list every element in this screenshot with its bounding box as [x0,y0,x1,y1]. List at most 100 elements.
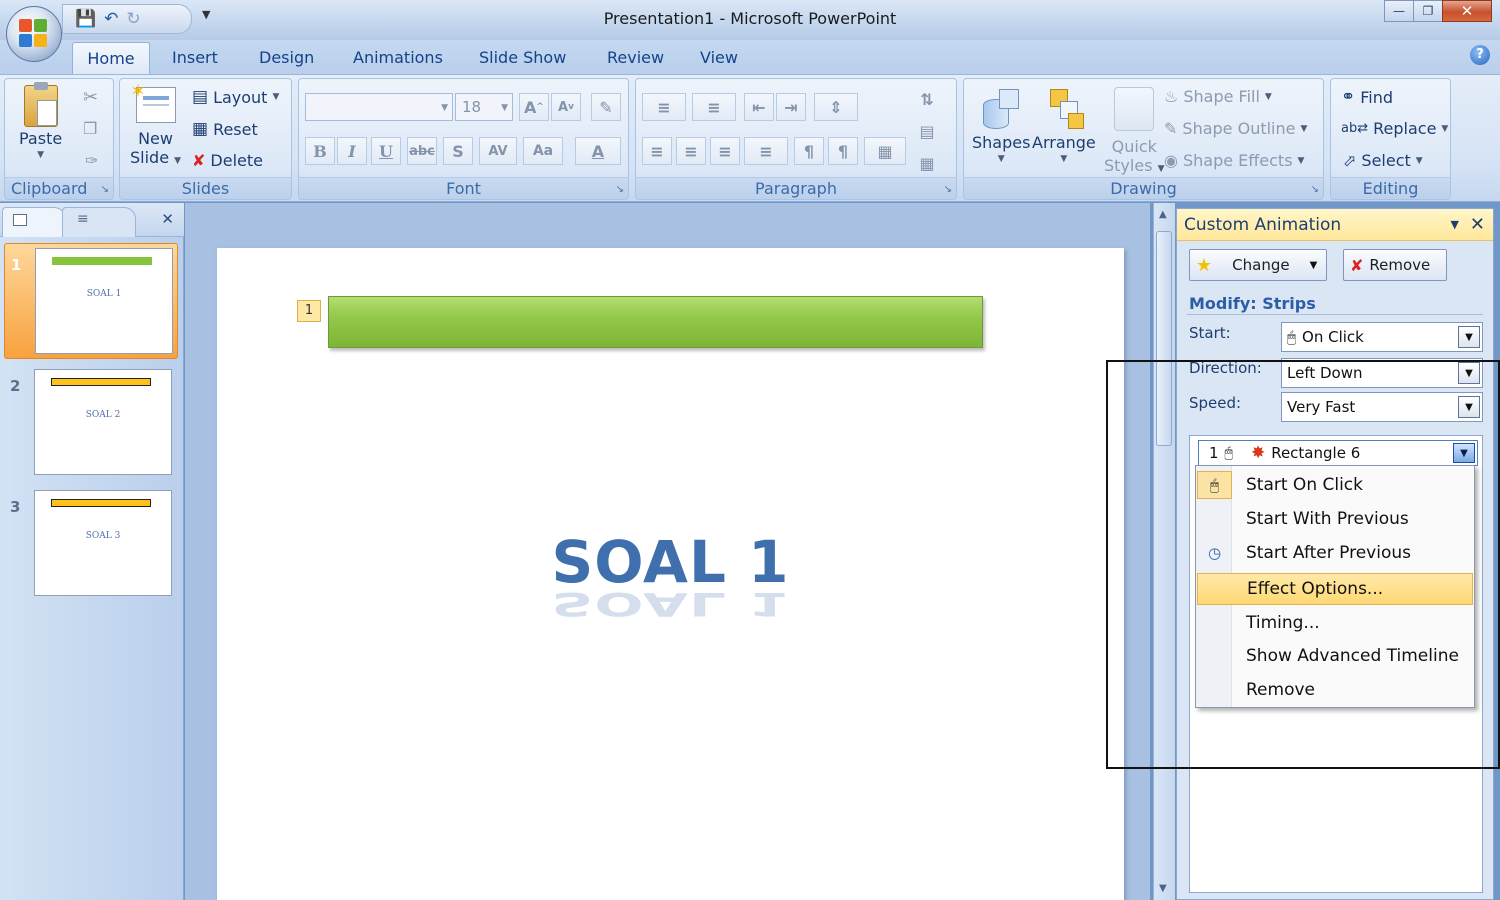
shadow-icon[interactable]: S [443,137,473,165]
paint-bucket-icon: ♨ [1164,87,1179,106]
paragraph-launcher-icon[interactable]: ↘ [944,184,952,195]
shape-fill-button[interactable]: ♨ Shape Fill ▼ [1164,87,1272,106]
tab-animations[interactable]: Animations [353,48,443,67]
font-size-combo[interactable]: 18 ▼ [455,93,513,121]
replace-button[interactable]: ab⇄ Replace ▼ [1341,119,1448,138]
slide-thumbnail-3[interactable]: 3 SOAL 3 [4,486,178,602]
align-left-icon[interactable]: ≡ [642,137,672,165]
delete-slide-button[interactable]: ✘ Delete [192,151,263,170]
underline-icon[interactable]: U [371,137,401,165]
clipboard-launcher-icon[interactable]: ↘ [101,184,109,195]
find-button[interactable]: ⚭ Find [1341,87,1393,107]
tab-insert[interactable]: Insert [172,48,218,67]
menu-item-timing[interactable]: Timing... [1197,607,1473,639]
tab-design[interactable]: Design [259,48,314,67]
reset-button[interactable]: ▦ Reset [192,119,258,139]
font-group: ▼ 18 ▼ A ^ Av ✎ B I U abc S AV Aa A Font … [298,78,629,200]
close-panel-icon[interactable]: ✕ [161,210,174,228]
tab-slide-show[interactable]: Slide Show [479,48,566,67]
text-direction-icon[interactable]: ⇅ [912,85,942,113]
layout-button[interactable]: ▤ Layout ▼ [192,87,279,107]
tab-outline[interactable]: ≡ [62,207,136,237]
align-center-icon[interactable]: ≡ [676,137,706,165]
increase-indent-icon[interactable]: ⇥ [776,93,806,121]
drawing-group: Shapes ▼ Arrange ▼ Quick Styles ▼ ♨ Shap… [963,78,1324,200]
menu-item-start-after-previous[interactable]: ◷ Start After Previous [1197,537,1473,569]
quick-styles-button[interactable]: Quick Styles ▼ [1104,87,1165,179]
decrease-indent-icon[interactable]: ⇤ [744,93,774,121]
item-dropdown-icon[interactable]: ▼ [1453,443,1475,463]
quick-styles-label-2: Styles [1104,156,1153,175]
clipboard-group-label: Clipboard [5,177,113,199]
columns-icon[interactable]: ▦ [864,137,906,165]
pane-options-icon[interactable]: ▼ [1451,218,1459,231]
thumbnail-title: SOAL 3 [85,531,121,541]
close-button[interactable]: ✕ [1442,0,1492,22]
shrink-font-icon[interactable]: Av [551,93,581,121]
select-button[interactable]: ⬀ Select ▼ [1343,151,1423,170]
help-icon[interactable]: ? [1470,45,1490,65]
scroll-down-icon[interactable]: ▼ [1159,883,1167,894]
speed-dropdown-icon[interactable]: ▼ [1458,396,1480,418]
smartart-icon[interactable]: ▦ [912,149,942,177]
char-spacing-icon[interactable]: AV [479,137,517,165]
vertical-scrollbar[interactable]: ▲ ▼ [1153,203,1175,900]
font-color-icon[interactable]: A [575,137,621,165]
menu-item-effect-options[interactable]: Effect Options... [1197,573,1473,605]
minimize-button[interactable]: — [1384,0,1414,22]
menu-item-show-advanced-timeline[interactable]: Show Advanced Timeline [1197,640,1473,672]
bullets-icon[interactable]: ≡ [642,93,686,121]
start-dropdown-icon[interactable]: ▼ [1458,326,1480,348]
shapes-button[interactable]: Shapes ▼ [972,87,1030,164]
italic-icon[interactable]: I [337,137,367,165]
font-launcher-icon[interactable]: ↘ [616,184,624,195]
start-select[interactable]: 🖱 On Click ▼ [1281,322,1483,352]
change-case-icon[interactable]: Aa [523,137,563,165]
arrange-button[interactable]: Arrange ▼ [1032,87,1096,164]
scroll-thumb[interactable] [1156,231,1172,446]
new-slide-button[interactable]: ✶ New Slide ▼ [130,82,181,171]
bold-icon[interactable]: B [305,137,335,165]
slide-thumbnail-2[interactable]: 2 SOAL 2 [4,365,178,481]
speed-select[interactable]: Very Fast ▼ [1281,392,1483,422]
align-right-icon[interactable]: ≡ [710,137,740,165]
paste-button[interactable]: Paste ▼ [19,82,62,160]
drawing-launcher-icon[interactable]: ↘ [1311,184,1319,195]
shape-outline-button[interactable]: ✎ Shape Outline ▼ [1164,119,1307,138]
cut-icon[interactable]: ✂ [83,87,98,108]
direction-dropdown-icon[interactable]: ▼ [1458,362,1480,384]
tab-view[interactable]: View [700,48,738,67]
tab-home[interactable]: Home [72,42,150,75]
office-button[interactable] [6,6,62,62]
clear-formatting-icon[interactable]: ✎ [591,93,621,121]
rtl-icon[interactable]: ¶ [828,137,858,165]
menu-item-start-with-previous[interactable]: Start With Previous [1197,503,1473,535]
font-name-combo[interactable]: ▼ [305,93,453,121]
slide-canvas[interactable]: 1 SOAL 1 SOAL 1 [217,248,1124,900]
ltr-icon[interactable]: ¶ [794,137,824,165]
change-button[interactable]: ★ Change ▼ [1189,249,1327,281]
format-painter-icon[interactable]: ✑ [85,151,98,170]
direction-select[interactable]: Left Down ▼ [1281,358,1483,388]
animation-order-tag[interactable]: 1 [297,300,321,322]
align-text-icon[interactable]: ▤ [912,117,942,145]
animation-list-item[interactable]: 1 🖱 ✸ Rectangle 6 ▼ [1198,440,1478,466]
copy-icon[interactable]: ❐ [83,119,97,138]
menu-item-start-on-click[interactable]: 🖱 Start On Click [1197,469,1473,501]
slide-thumbnail-1[interactable]: 1 SOAL 1 [4,243,178,359]
shape-effects-button[interactable]: ◉ Shape Effects ▼ [1164,151,1304,170]
rectangle-6-shape[interactable] [328,296,983,348]
restore-button[interactable]: ❐ [1413,0,1443,22]
strikethrough-icon[interactable]: abc [407,137,437,165]
numbering-icon[interactable]: ≡ [692,93,736,121]
remove-effect-button[interactable]: ✘ Remove [1343,249,1447,281]
tab-review[interactable]: Review [607,48,664,67]
scroll-up-icon[interactable]: ▲ [1159,209,1167,220]
menu-item-remove[interactable]: Remove [1197,674,1473,706]
paste-dropdown-icon[interactable]: ▼ [37,150,44,160]
justify-icon[interactable]: ≡ [744,137,788,165]
close-pane-icon[interactable]: ✕ [1470,214,1485,235]
grow-font-icon[interactable]: A ^ [519,93,549,121]
tab-slides[interactable] [2,207,66,237]
line-spacing-icon[interactable]: ⇕ [814,93,858,121]
